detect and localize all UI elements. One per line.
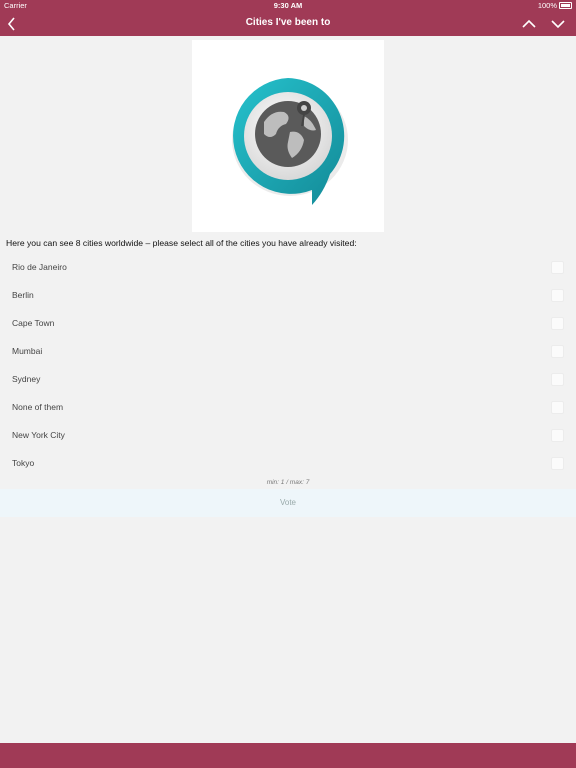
hero-image: [192, 40, 384, 232]
selection-constraint: min: 1 / max: 7: [266, 479, 310, 486]
option-checkbox[interactable]: [551, 317, 564, 330]
battery-indicator: 100%: [538, 1, 572, 10]
nav-bar: Cities I've been to: [0, 12, 576, 36]
option-label: Mumbai: [12, 346, 43, 356]
option-label: New York City: [12, 430, 65, 440]
option-checkbox[interactable]: [551, 261, 564, 274]
option-checkbox[interactable]: [551, 373, 564, 386]
page-title: Cities I've been to: [245, 17, 331, 28]
option-row[interactable]: Berlin: [0, 281, 576, 309]
option-label: None of them: [12, 402, 64, 412]
footer-bar: [0, 743, 576, 768]
option-label: Rio de Janeiro: [12, 262, 67, 272]
chevron-down-icon: [551, 20, 565, 29]
battery-icon: [559, 2, 572, 9]
option-checkbox[interactable]: [551, 401, 564, 414]
option-row[interactable]: Mumbai: [0, 337, 576, 365]
option-row[interactable]: Sydney: [0, 365, 576, 393]
status-time: 9:30 AM: [273, 1, 303, 10]
city-options-list: Rio de Janeiro Berlin Cape Town Mumbai S…: [0, 253, 576, 477]
chevron-up-icon: [522, 19, 536, 28]
option-checkbox[interactable]: [551, 345, 564, 358]
next-button[interactable]: [546, 12, 570, 36]
battery-percent: 100%: [537, 1, 557, 10]
previous-button[interactable]: [517, 12, 541, 36]
option-checkbox[interactable]: [551, 429, 564, 442]
option-row[interactable]: New York City: [0, 421, 576, 449]
status-bar: Carrier 9:30 AM 100%: [0, 0, 576, 12]
option-checkbox[interactable]: [551, 457, 564, 470]
globe-speech-bubble-logo: [232, 78, 348, 205]
option-label: Tokyo: [12, 458, 35, 468]
vote-button[interactable]: Vote: [0, 489, 576, 517]
option-label: Sydney: [12, 374, 41, 384]
question-text: Here you can see 8 cities worldwide – pl…: [6, 238, 357, 248]
option-row[interactable]: Tokyo: [0, 449, 576, 477]
option-label: Berlin: [12, 290, 34, 300]
option-checkbox[interactable]: [551, 289, 564, 302]
option-label: Cape Town: [12, 318, 55, 328]
option-row[interactable]: Cape Town: [0, 309, 576, 337]
option-row[interactable]: Rio de Janeiro: [0, 253, 576, 281]
option-row[interactable]: None of them: [0, 393, 576, 421]
